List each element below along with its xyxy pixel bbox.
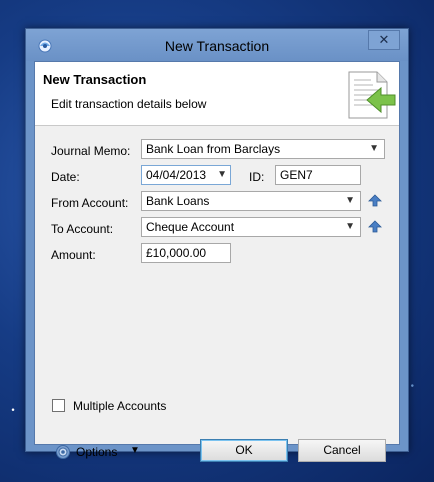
- new-transaction-dialog: New Transaction ✕ New Transaction Edit t…: [25, 28, 409, 462]
- from-account-label: From Account:: [51, 196, 129, 210]
- journal-memo-value: Bank Loan from Barclays: [146, 142, 281, 156]
- dialog-client-area: New Transaction Edit transaction details…: [34, 61, 400, 462]
- to-account-value: Cheque Account: [146, 220, 235, 234]
- id-label: ID:: [249, 170, 265, 184]
- dialog-header: New Transaction Edit transaction details…: [35, 62, 399, 126]
- to-account-combobox[interactable]: Cheque Account ▼: [141, 217, 361, 237]
- chevron-down-icon[interactable]: ▼: [217, 166, 227, 184]
- from-account-combobox[interactable]: Bank Loans ▼: [141, 191, 361, 211]
- header-subtitle: Edit transaction details below: [51, 97, 207, 111]
- up-arrow-icon[interactable]: [368, 194, 382, 208]
- chevron-down-icon: ▼: [130, 445, 140, 456]
- from-account-value: Bank Loans: [146, 194, 210, 208]
- chevron-down-icon[interactable]: ▼: [345, 192, 355, 210]
- title-bar[interactable]: New Transaction ✕: [26, 29, 408, 61]
- ok-button[interactable]: OK: [200, 439, 288, 462]
- journal-memo-combobox[interactable]: Bank Loan from Barclays ▼: [141, 139, 385, 159]
- cancel-button[interactable]: Cancel: [298, 439, 386, 462]
- close-icon: ✕: [378, 32, 390, 47]
- journal-memo-label: Journal Memo:: [51, 144, 131, 158]
- amount-label: Amount:: [51, 248, 96, 262]
- window-title: New Transaction: [164, 38, 270, 54]
- date-value: 04/04/2013: [146, 168, 207, 182]
- date-label: Date:: [51, 170, 80, 184]
- header-title: New Transaction: [43, 72, 147, 87]
- id-field[interactable]: GEN7: [275, 165, 361, 185]
- gear-icon: [56, 445, 70, 459]
- multiple-accounts-label[interactable]: Multiple Accounts: [73, 399, 166, 413]
- multiple-accounts-checkbox[interactable]: [52, 399, 65, 412]
- document-arrow-icon: [348, 71, 396, 119]
- amount-value: £10,000.00: [146, 246, 207, 260]
- amount-field[interactable]: £10,000.00: [141, 243, 231, 263]
- chevron-down-icon[interactable]: ▼: [369, 140, 379, 158]
- id-value: GEN7: [280, 168, 313, 182]
- up-arrow-icon[interactable]: [368, 220, 382, 234]
- chevron-down-icon[interactable]: ▼: [345, 218, 355, 236]
- close-button[interactable]: ✕: [368, 30, 400, 50]
- options-label: Options: [76, 445, 118, 459]
- date-picker[interactable]: 04/04/2013 ▼: [141, 165, 231, 185]
- to-account-label: To Account:: [51, 222, 114, 236]
